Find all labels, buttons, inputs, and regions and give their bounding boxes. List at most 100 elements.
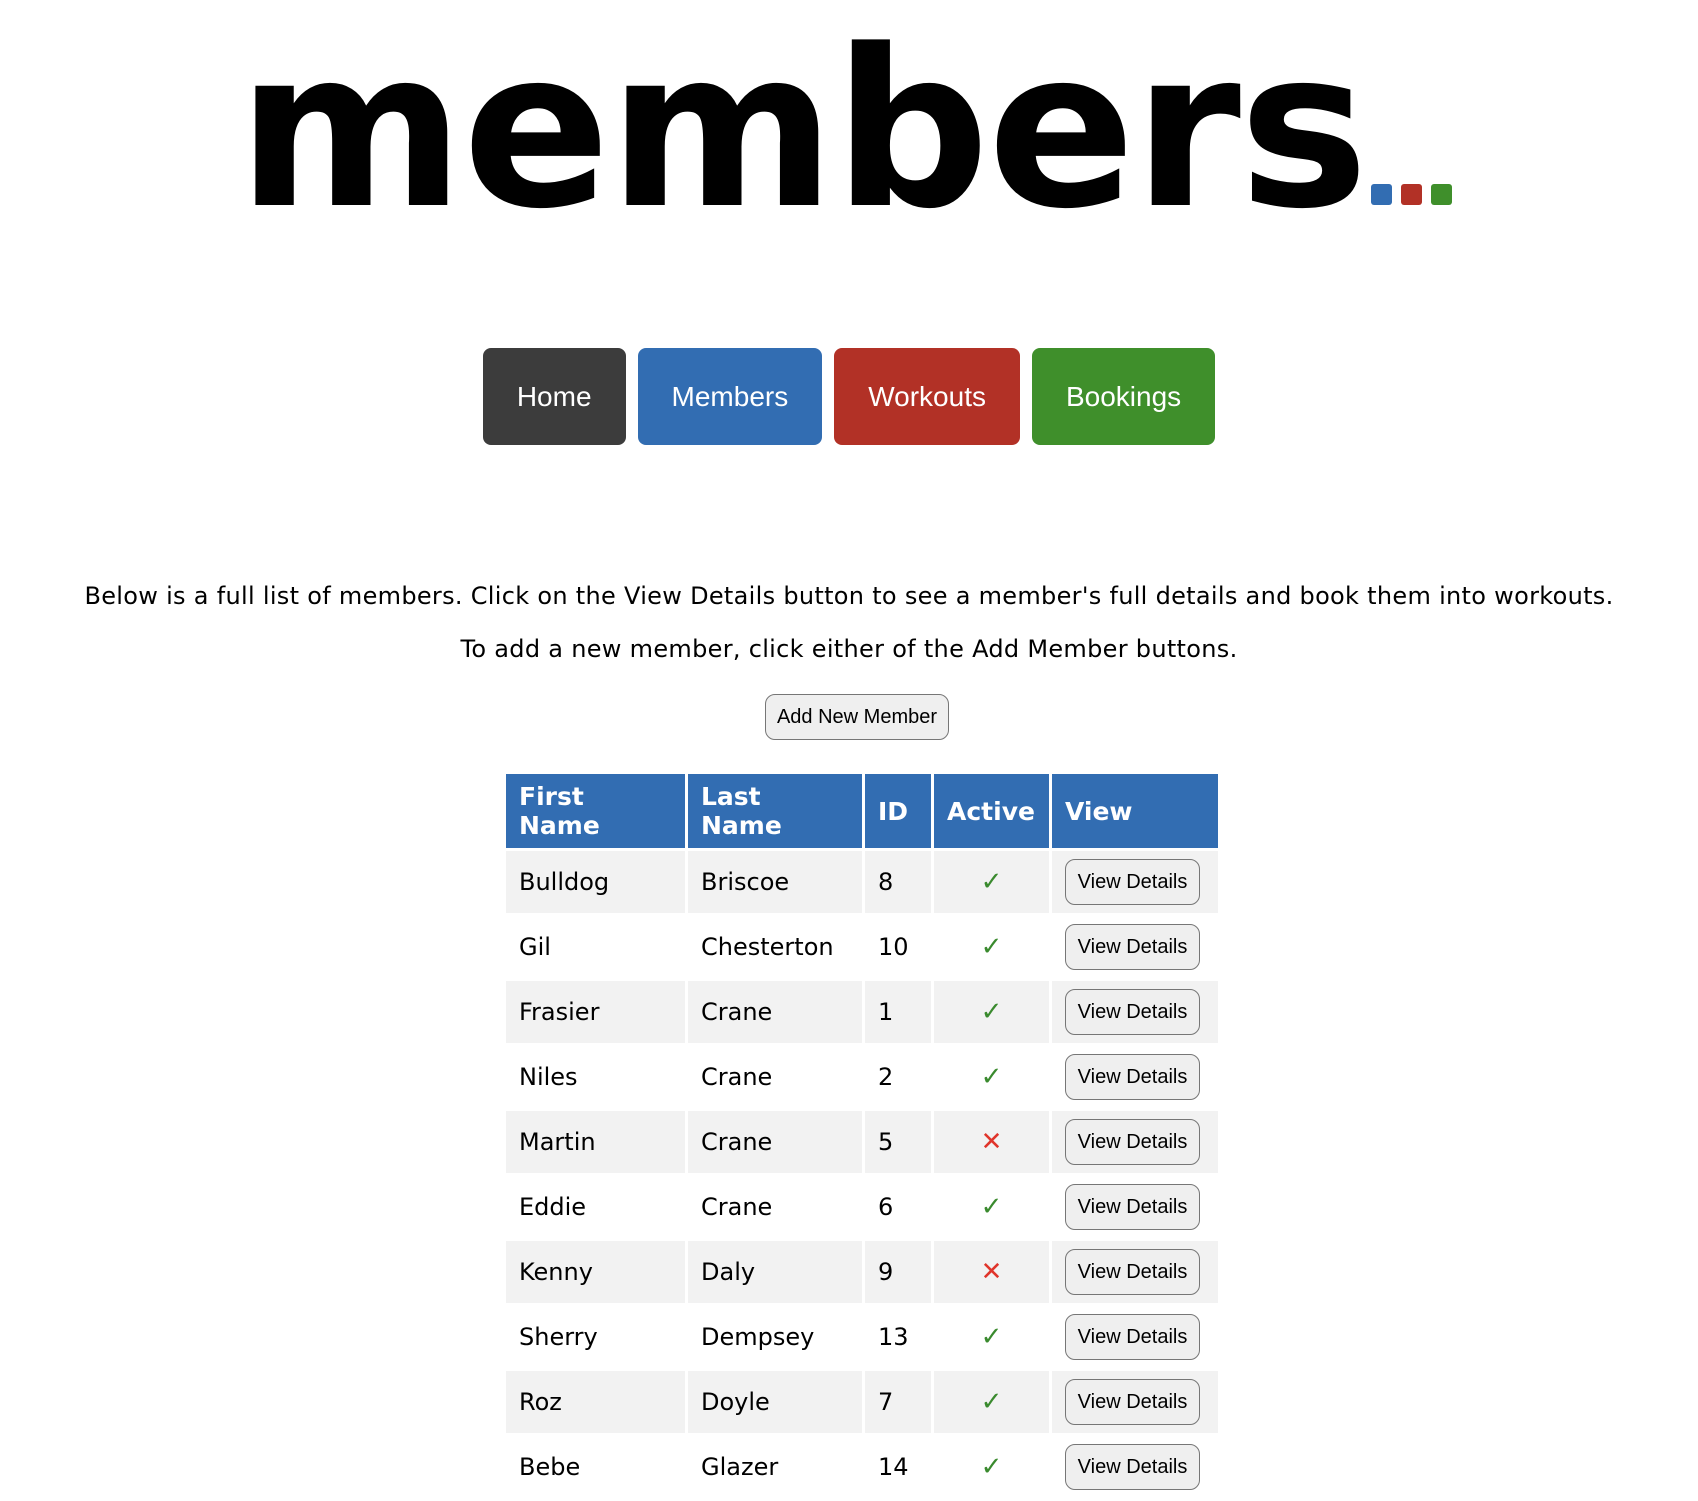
cell-first-name: Frasier: [506, 981, 685, 1043]
cell-first-name: Martin: [506, 1111, 685, 1173]
logo-dot-green: [1430, 184, 1452, 205]
table-row: Roz Doyle 7 ✓ View Details: [506, 1371, 1218, 1433]
view-details-button[interactable]: View Details: [1065, 859, 1200, 905]
cell-active: ✓: [934, 1436, 1049, 1498]
cell-id: 10: [865, 916, 931, 978]
cell-last-name: Glazer: [688, 1436, 862, 1498]
cell-last-name: Dempsey: [688, 1306, 862, 1368]
nav-workouts-button[interactable]: Workouts: [834, 348, 1020, 445]
active-check-icon: ✓: [980, 1192, 1003, 1222]
header-view: View: [1052, 774, 1218, 848]
logo-dots: [1370, 184, 1461, 209]
view-details-button[interactable]: View Details: [1065, 1314, 1200, 1360]
cell-active: ✓: [934, 1046, 1049, 1108]
view-details-button[interactable]: View Details: [1065, 1379, 1200, 1425]
cell-first-name: Sherry: [506, 1306, 685, 1368]
intro-text: Below is a full list of members. Click o…: [84, 582, 1614, 610]
header-active: Active: [934, 774, 1049, 848]
cell-view: View Details: [1052, 1371, 1218, 1433]
table-row: Sherry Dempsey 13 ✓ View Details: [506, 1306, 1218, 1368]
cell-first-name: Eddie: [506, 1176, 685, 1238]
cell-last-name: Crane: [688, 981, 862, 1043]
cell-last-name: Chesterton: [688, 916, 862, 978]
cell-view: View Details: [1052, 1241, 1218, 1303]
table-header-row: First Name Last Name ID Active View: [506, 774, 1218, 848]
view-details-button[interactable]: View Details: [1065, 1119, 1200, 1165]
logo-text: members: [237, 4, 1368, 257]
table-row: Niles Crane 2 ✓ View Details: [506, 1046, 1218, 1108]
cell-active: ✓: [934, 1371, 1049, 1433]
cell-id: 6: [865, 1176, 931, 1238]
cell-active: ✓: [934, 916, 1049, 978]
table-row: Kenny Daly 9 ✕ View Details: [506, 1241, 1218, 1303]
logo-dot-red: [1400, 184, 1422, 205]
active-check-icon: ✓: [980, 867, 1003, 897]
table-row: Bulldog Briscoe 8 ✓ View Details: [506, 851, 1218, 913]
active-check-icon: ✓: [980, 932, 1003, 962]
active-check-icon: ✓: [980, 1322, 1003, 1352]
table-row: Martin Crane 5 ✕ View Details: [506, 1111, 1218, 1173]
cell-last-name: Doyle: [688, 1371, 862, 1433]
member-rows: Bulldog Briscoe 8 ✓ View Details Gil Chesterto…: [506, 851, 1218, 1498]
table-row: Frasier Crane 1 ✓ View Details: [506, 981, 1218, 1043]
add-member-hint: To add a new member, click either of the…: [460, 635, 1238, 663]
members-table: First Name Last Name ID Active View Bull…: [503, 771, 1221, 1501]
table-row: Eddie Crane 6 ✓ View Details: [506, 1176, 1218, 1238]
view-details-button[interactable]: View Details: [1065, 1249, 1200, 1295]
active-check-icon: ✓: [980, 1062, 1003, 1092]
cell-id: 7: [865, 1371, 931, 1433]
cell-view: View Details: [1052, 981, 1218, 1043]
cell-id: 8: [865, 851, 931, 913]
header-last-name: Last Name: [688, 774, 862, 848]
cell-first-name: Roz: [506, 1371, 685, 1433]
view-details-button[interactable]: View Details: [1065, 989, 1200, 1035]
cell-first-name: Kenny: [506, 1241, 685, 1303]
cell-last-name: Crane: [688, 1046, 862, 1108]
cell-id: 5: [865, 1111, 931, 1173]
main-nav: Home Members Workouts Bookings: [0, 348, 1698, 445]
nav-bookings-button[interactable]: Bookings: [1031, 348, 1216, 445]
view-details-button[interactable]: View Details: [1065, 924, 1200, 970]
cell-first-name: Niles: [506, 1046, 685, 1108]
nav-members-button[interactable]: Members: [637, 348, 823, 445]
cell-active: ✓: [934, 851, 1049, 913]
view-details-button[interactable]: View Details: [1065, 1054, 1200, 1100]
cell-view: View Details: [1052, 1111, 1218, 1173]
cell-active: ✓: [934, 1176, 1049, 1238]
view-details-button[interactable]: View Details: [1065, 1444, 1200, 1490]
cell-active: ✓: [934, 981, 1049, 1043]
active-check-icon: ✓: [980, 1452, 1003, 1482]
cell-view: View Details: [1052, 1306, 1218, 1368]
cell-last-name: Crane: [688, 1176, 862, 1238]
cell-last-name: Crane: [688, 1111, 862, 1173]
cell-last-name: Daly: [688, 1241, 862, 1303]
nav-home-button[interactable]: Home: [482, 348, 626, 445]
cell-active: ✕: [934, 1241, 1049, 1303]
inactive-cross-icon: ✕: [980, 1257, 1003, 1287]
inactive-cross-icon: ✕: [980, 1127, 1003, 1157]
cell-first-name: Gil: [506, 916, 685, 978]
cell-active: ✕: [934, 1111, 1049, 1173]
site-logo: members: [0, 22, 1698, 240]
cell-id: 9: [865, 1241, 931, 1303]
cell-view: View Details: [1052, 851, 1218, 913]
active-check-icon: ✓: [980, 997, 1003, 1027]
active-check-icon: ✓: [980, 1387, 1003, 1417]
cell-last-name: Briscoe: [688, 851, 862, 913]
header-first-name: First Name: [506, 774, 685, 848]
add-new-member-button[interactable]: Add New Member: [765, 694, 949, 740]
cell-first-name: Bulldog: [506, 851, 685, 913]
table-row: Gil Chesterton 10 ✓ View Details: [506, 916, 1218, 978]
cell-active: ✓: [934, 1306, 1049, 1368]
cell-view: View Details: [1052, 916, 1218, 978]
cell-id: 13: [865, 1306, 931, 1368]
view-details-button[interactable]: View Details: [1065, 1184, 1200, 1230]
cell-view: View Details: [1052, 1436, 1218, 1498]
logo-dot-blue: [1370, 184, 1392, 205]
cell-view: View Details: [1052, 1046, 1218, 1108]
header-id: ID: [865, 774, 931, 848]
table-row: Bebe Glazer 14 ✓ View Details: [506, 1436, 1218, 1498]
cell-id: 1: [865, 981, 931, 1043]
cell-id: 14: [865, 1436, 931, 1498]
cell-view: View Details: [1052, 1176, 1218, 1238]
